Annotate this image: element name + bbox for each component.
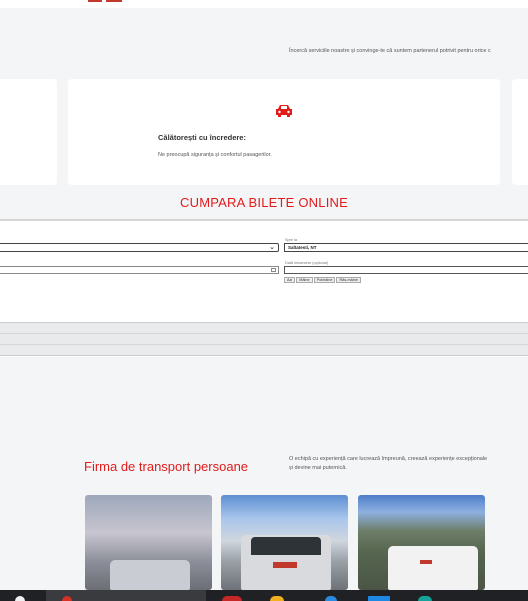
taskbar	[0, 590, 528, 601]
car-icon	[276, 105, 292, 117]
van-brand-logo	[420, 560, 432, 564]
booking-section-title: CUMPARA BILETE ONLINE	[180, 195, 348, 210]
feature-card-text: Ne preocupă siguranța și confortul pasag…	[158, 152, 272, 158]
date-button-third-day[interactable]: Răs-mâine	[336, 277, 361, 283]
feature-card-left	[0, 79, 57, 185]
chevron-down-icon: ⌄	[269, 244, 275, 251]
gallery-photo[interactable]	[85, 495, 212, 590]
departure-select[interactable]: ⌄	[0, 243, 279, 252]
van-brand-logo	[273, 562, 297, 568]
app-teal-icon[interactable]	[418, 596, 432, 601]
company-description: O echipă cu experiență care lucrează împ…	[289, 456, 488, 471]
return-date-label: Dată întoarcere (opțional)	[285, 261, 329, 265]
destination-select[interactable]: Saltatesti, NT	[284, 243, 528, 252]
van-image	[388, 546, 478, 590]
van-image	[110, 560, 190, 590]
date-button-day-after[interactable]: Poimâine	[313, 277, 336, 283]
top-header-bar	[0, 0, 528, 8]
feature-card-right	[512, 79, 528, 185]
destination-label: Spre la	[285, 238, 298, 242]
results-band	[0, 322, 528, 333]
edge-icon[interactable]	[325, 596, 337, 601]
promo-text: Încercă serviciile noastre și convinge-t…	[289, 48, 491, 54]
calendar-icon	[271, 268, 276, 272]
site-logo[interactable]	[88, 0, 124, 4]
feature-card-trust: Călătorești cu încredere: Ne preocupă si…	[68, 79, 500, 185]
quick-date-buttons: Azi Mâine Poimâine Răs-mâine	[284, 277, 361, 283]
date-button-today[interactable]: Azi	[284, 277, 296, 283]
app-red-icon[interactable]	[62, 596, 72, 601]
company-title: Firma de transport persoane	[84, 459, 249, 474]
date-button-tomorrow[interactable]: Mâine	[296, 277, 313, 283]
departure-date-field[interactable]	[0, 266, 279, 274]
store-icon[interactable]	[368, 596, 390, 601]
return-date-field[interactable]	[284, 266, 528, 274]
gallery-photo[interactable]	[221, 495, 348, 590]
chrome-icon[interactable]	[15, 596, 25, 601]
gallery-photo[interactable]	[358, 495, 485, 590]
file-explorer-icon[interactable]	[270, 596, 284, 601]
feature-card-title: Călătorești cu încredere:	[158, 133, 246, 142]
app-red-icon[interactable]	[222, 596, 242, 601]
results-band	[0, 344, 528, 356]
van-windshield	[251, 537, 321, 555]
results-band	[0, 333, 528, 344]
